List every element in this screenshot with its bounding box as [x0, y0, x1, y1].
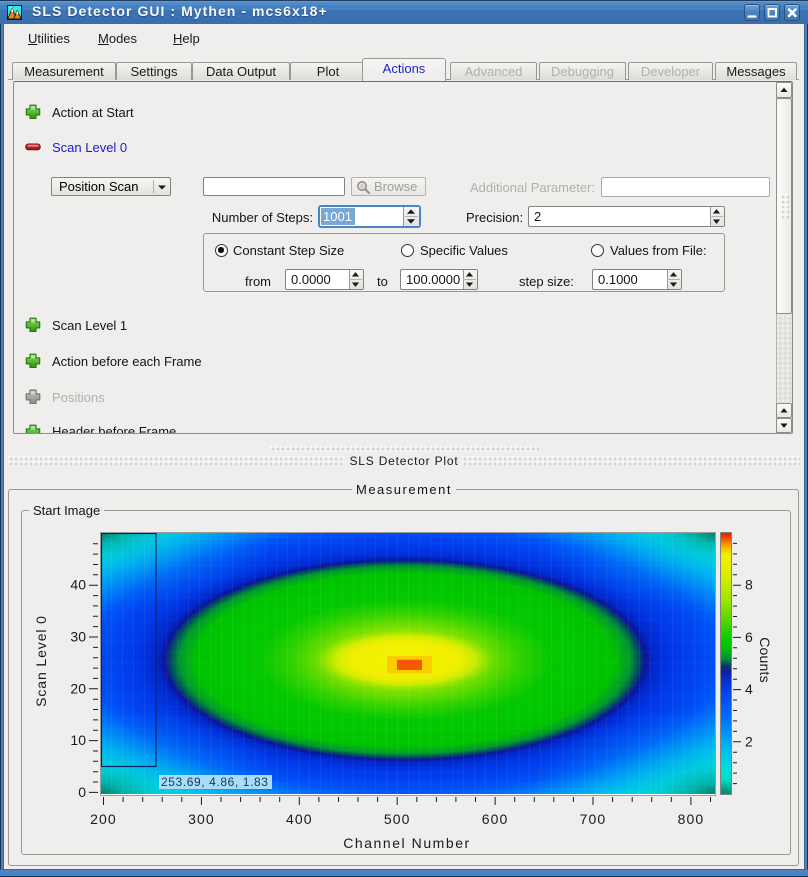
- svg-text:500: 500: [384, 811, 411, 827]
- svg-text:Scan Level 0: Scan Level 0: [33, 615, 49, 707]
- svg-text:300: 300: [188, 811, 215, 827]
- svg-text:2: 2: [745, 733, 753, 749]
- svg-text:10: 10: [70, 732, 86, 748]
- svg-text:8: 8: [745, 577, 753, 593]
- svg-text:20: 20: [70, 680, 86, 696]
- svg-text:4: 4: [745, 681, 753, 697]
- svg-text:700: 700: [580, 811, 607, 827]
- svg-text:0: 0: [78, 784, 86, 800]
- svg-text:800: 800: [678, 811, 705, 827]
- svg-text:Channel Number: Channel Number: [343, 835, 471, 851]
- svg-text:Counts: Counts: [757, 637, 773, 683]
- svg-text:400: 400: [286, 811, 313, 827]
- svg-text:6: 6: [745, 629, 753, 645]
- svg-text:40: 40: [70, 577, 86, 593]
- svg-text:30: 30: [70, 629, 86, 645]
- svg-text:600: 600: [482, 811, 509, 827]
- svg-text:200: 200: [90, 811, 117, 827]
